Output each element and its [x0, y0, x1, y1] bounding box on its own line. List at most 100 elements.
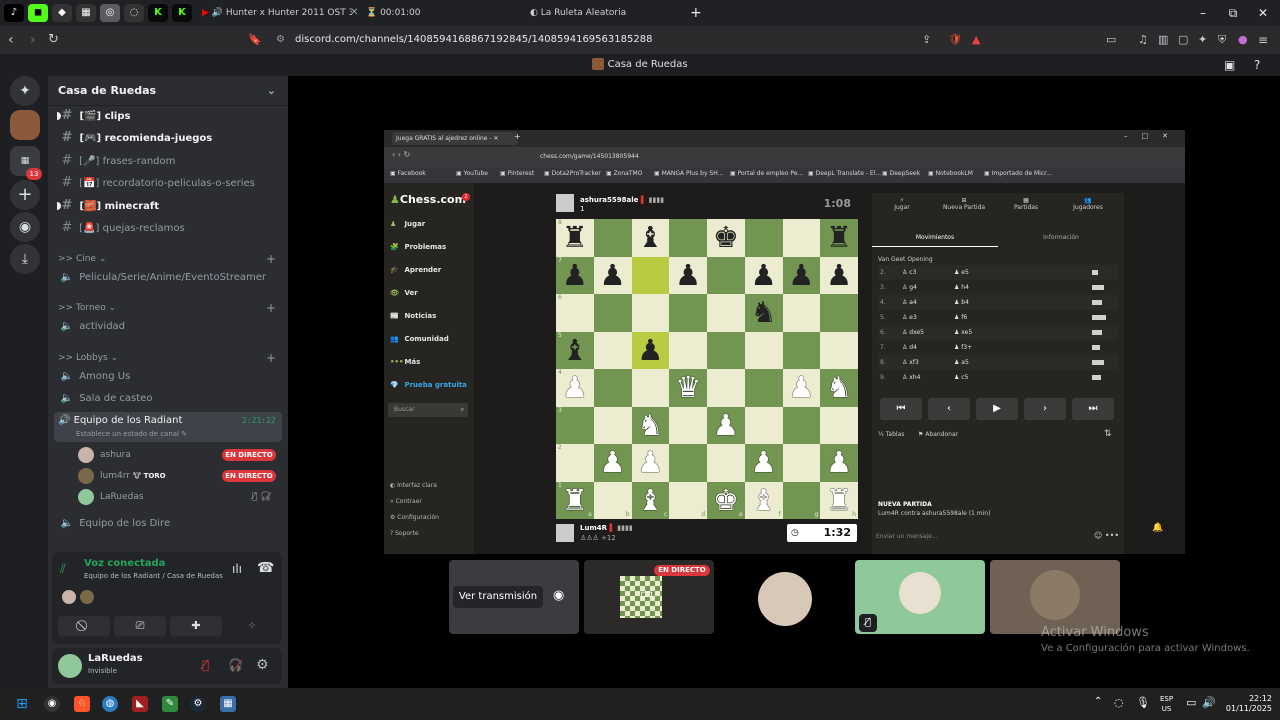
share-screen-button[interactable]: ⎚	[114, 616, 166, 636]
set-status-link[interactable]: Establece un estado de canal ✎	[76, 428, 187, 440]
pinned-tab-3[interactable]: ◆	[52, 4, 72, 22]
voice-member-laruedas[interactable]: LaRuedas 🎙̸ 🎧̸	[78, 487, 278, 507]
stream-thumbnail-lum4rr[interactable]: ▭ EN DIRECTO	[584, 560, 714, 634]
menu-icon[interactable]: ≡	[1258, 29, 1268, 51]
tray-icon[interactable]: ◌	[1114, 696, 1124, 709]
steam-icon[interactable]: ⚙	[190, 696, 206, 712]
board-square: ♜ 8	[556, 219, 594, 257]
inbox-icon[interactable]: ▣	[1224, 54, 1235, 76]
voice-channel-dire[interactable]: 🔈 Equipo de los Dire	[58, 514, 284, 534]
forward-icon[interactable]: ›	[30, 29, 36, 51]
minimize-button[interactable]: –	[1188, 2, 1218, 24]
pinned-tab-6[interactable]: ◌	[124, 4, 144, 22]
back-icon[interactable]: ‹	[8, 29, 14, 51]
disconnect-icon[interactable]: ☎	[257, 560, 274, 576]
add-channel-icon[interactable]: +	[266, 301, 276, 315]
headphones-muted-icon[interactable]: 🎧̸	[228, 658, 243, 672]
soundboard-button[interactable]: ✧	[226, 616, 278, 636]
add-channel-icon[interactable]: +	[266, 252, 276, 266]
participant-camera[interactable]	[720, 560, 850, 634]
channel-recordatorio[interactable]: # [📅] recordatorio-peliculas-o-series	[58, 173, 284, 193]
channel-recomienda-juegos[interactable]: # [🎮] recomienda-juegos	[58, 128, 284, 148]
music-icon[interactable]: ♫	[1138, 29, 1148, 51]
server-casa-de-ruedas[interactable]	[10, 110, 40, 140]
speaker-icon: 🔈	[60, 393, 74, 404]
bookmark-deepseek: ▣ DeepSeek	[882, 170, 921, 177]
tiktok-pinned-tab[interactable]: ♪	[4, 4, 24, 22]
bookmark-icon[interactable]: 🔖	[248, 29, 262, 51]
channel-minecraft[interactable]: # [🧱] minecraft	[57, 196, 284, 216]
brave-rewards-icon[interactable]: ▲	[972, 29, 980, 51]
extension-icon[interactable]: ●	[1238, 29, 1248, 51]
mic-muted-icon[interactable]: 🎙̸	[202, 658, 209, 672]
tab-timer[interactable]: ⏳ 00:01:00	[366, 3, 516, 23]
windows-start-icon[interactable]: ⊞	[14, 696, 30, 712]
voice-channel-pelicula[interactable]: 🔈 Pelicula/Serie/Anime/EventoStreamer	[58, 268, 284, 288]
discover-icon[interactable]: ◉	[10, 212, 40, 242]
kick-pinned-tab[interactable]: ◼	[28, 4, 48, 22]
download-icon[interactable]: ⤓	[10, 244, 40, 274]
watch-stream-button[interactable]: Ver transmisión	[453, 586, 543, 608]
address-bar[interactable]: ⚙ discord.com/channels/140859416886719284…	[268, 30, 958, 50]
pinned-tab-5[interactable]: ◎	[100, 4, 120, 22]
voice-location[interactable]: Equipo de los Radiant / Casa de Ruedas	[84, 572, 223, 580]
voice-channel-sala-de-casteo[interactable]: 🔈 Sala de casteo	[58, 389, 284, 409]
help-icon[interactable]: ?	[1254, 54, 1260, 76]
stream-thumbnail-ashura[interactable]: Ver transmisión ◉	[449, 560, 579, 634]
maximize-button[interactable]: ⧉	[1218, 2, 1248, 24]
add-channel-icon[interactable]: +	[266, 351, 276, 365]
channel-quejas-reclamos[interactable]: # [🚨] quejas-reclamos	[58, 218, 284, 238]
calculator-icon[interactable]: ▦	[220, 696, 236, 712]
cast-icon[interactable]: ▭	[1106, 29, 1116, 51]
streamed-browser-window[interactable]: Juega GRATIS al ajedrez online - ✕ + –□✕…	[384, 130, 1185, 554]
channel-name: clips	[104, 111, 131, 122]
server-header[interactable]: Casa de Ruedas ⌄	[48, 76, 288, 106]
kick-pinned-tab-3[interactable]: K	[172, 4, 192, 22]
obs-icon[interactable]: ◉	[44, 696, 60, 712]
tab-close-icon[interactable]: ✕	[350, 3, 358, 23]
settings-gear-icon[interactable]: ⚙	[256, 657, 269, 673]
new-tab-button[interactable]: +	[690, 3, 702, 23]
category-torneo[interactable]: >> Torneo ⌄	[58, 301, 116, 315]
close-window-button[interactable]: ✕	[1248, 2, 1278, 24]
kick-pinned-tab-2[interactable]: K	[148, 4, 168, 22]
active-voice-channel[interactable]: 🔊 Equipo de los Radiant 2:21:22 Establec…	[54, 412, 282, 442]
globe-icon[interactable]: ◍	[102, 696, 118, 712]
brave-icon[interactable]: ♘	[74, 696, 90, 712]
category-cine[interactable]: >> Cine ⌄	[58, 252, 106, 266]
volume-icon[interactable]: 🔊	[1202, 696, 1216, 709]
participant-laruedas[interactable]: 🎙̸	[855, 560, 985, 634]
brave-shield-icon[interactable]: 🛡	[948, 29, 962, 51]
clock[interactable]: 22:12 01/11/2025	[1222, 694, 1272, 714]
voice-channel-among-us[interactable]: 🔈 Among Us	[58, 367, 284, 387]
category-lobbys[interactable]: >> Lobbys ⌄	[58, 351, 118, 365]
notepad-icon[interactable]: ✎	[162, 696, 178, 712]
wallet-icon[interactable]: ▢	[1178, 29, 1188, 51]
network-icon[interactable]: ▭	[1186, 696, 1196, 709]
channel-clips[interactable]: # [🎬] clips	[57, 106, 284, 126]
tab-ruleta[interactable]: ◐ La Ruleta Aleatoria	[530, 3, 680, 23]
voice-channel-actividad[interactable]: 🔈 actividad	[58, 317, 284, 337]
noise-suppression-icon[interactable]: ılı	[232, 562, 242, 576]
sidebar-icon[interactable]: ▥	[1158, 29, 1168, 51]
participant-cat[interactable]	[990, 560, 1120, 634]
board-square: ♛	[669, 369, 707, 407]
mic-tray-icon[interactable]: 🎙	[1136, 696, 1150, 709]
tab-youtube[interactable]: ▶ 🔊 Hunter x Hunter 2011 OST 3 - 1	[202, 3, 352, 23]
dota-icon[interactable]: ◣	[132, 696, 148, 712]
pinned-tab-4[interactable]: ▦	[76, 4, 96, 22]
add-server-icon[interactable]: +	[10, 180, 40, 210]
tray-chevron-icon[interactable]: ⌃	[1094, 696, 1102, 707]
share-icon[interactable]: ⇪	[922, 29, 931, 51]
site-settings-icon[interactable]: ⚙	[276, 30, 285, 50]
reload-icon[interactable]: ↻	[48, 29, 59, 51]
discord-home-icon[interactable]: ✦	[10, 76, 40, 106]
camera-off-button[interactable]: ⃠	[58, 616, 110, 636]
board-square: ♟	[820, 444, 858, 482]
channel-frases-random[interactable]: # [🎤] frases-random	[58, 151, 284, 171]
ai-icon[interactable]: ✦	[1198, 29, 1207, 51]
avatar[interactable]	[58, 654, 82, 678]
activities-button[interactable]: ✚	[170, 616, 222, 636]
language-indicator[interactable]: ESP US	[1160, 694, 1173, 714]
vpn-icon[interactable]: ⛨	[1218, 29, 1226, 51]
